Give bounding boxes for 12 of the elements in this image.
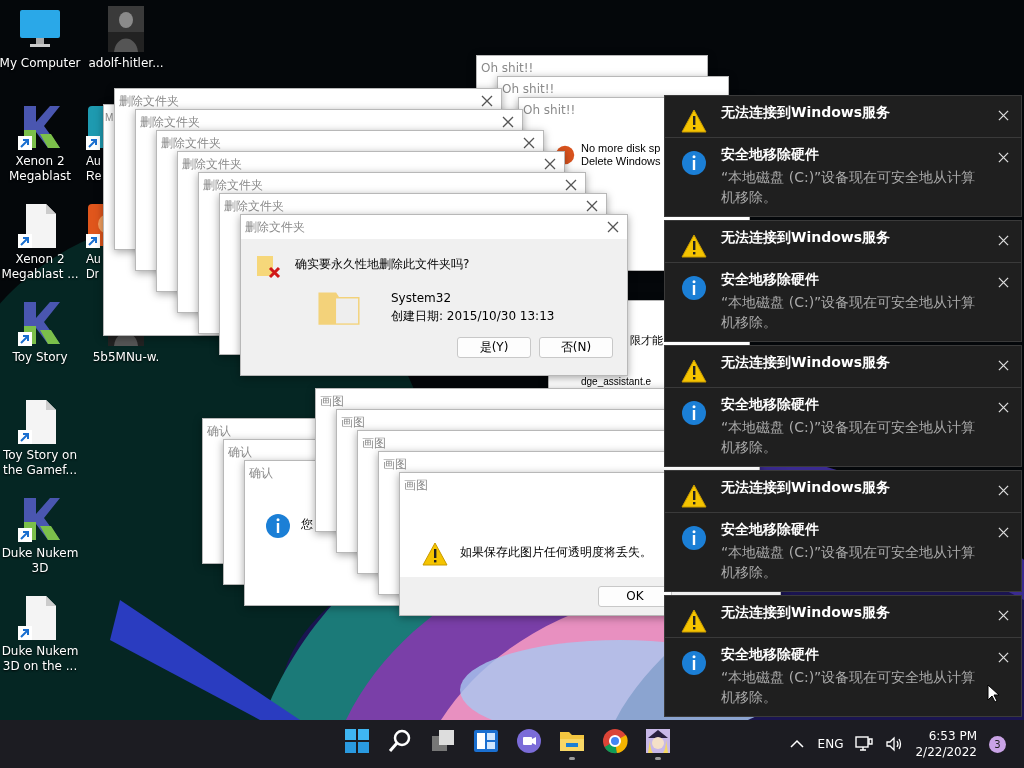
network-icon[interactable] — [855, 735, 874, 753]
volume-icon[interactable] — [885, 735, 904, 753]
chat-icon[interactable] — [516, 728, 542, 754]
search-icon[interactable] — [387, 728, 413, 754]
clock-date[interactable]: 2/22/2022 — [915, 745, 977, 759]
start-icon[interactable] — [344, 728, 370, 754]
clock-time[interactable]: 6:53 PM — [928, 729, 977, 743]
language-indicator[interactable]: ENG — [817, 737, 844, 751]
browser-icon[interactable] — [602, 728, 628, 754]
widgets-icon[interactable] — [473, 728, 499, 754]
notification-badge[interactable]: 3 — [989, 735, 1006, 753]
task-view-icon[interactable] — [430, 728, 456, 754]
